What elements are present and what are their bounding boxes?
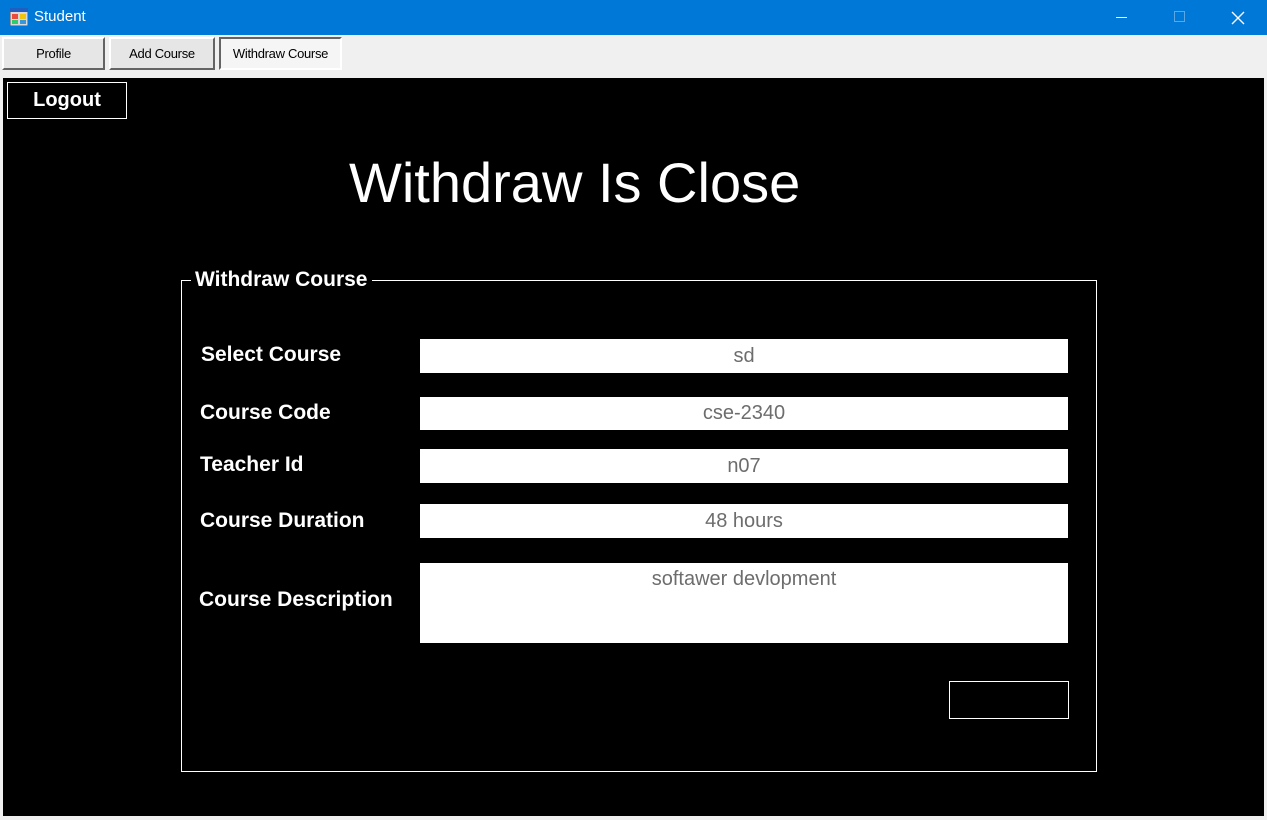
close-icon (1231, 11, 1245, 25)
group-legend: Withdraw Course (191, 268, 372, 292)
app-icon (10, 8, 28, 26)
course-description-field[interactable]: softawer devlopment (420, 563, 1068, 643)
tab-withdraw-course[interactable]: Withdraw Course (219, 37, 342, 70)
window-title: Student (34, 8, 86, 25)
select-course-field[interactable]: sd (420, 339, 1068, 373)
course-duration-label: Course Duration (200, 509, 365, 532)
withdraw-course-group: Withdraw Course Select Course sd Course … (181, 268, 1097, 772)
minimize-button[interactable] (1092, 0, 1150, 35)
withdraw-panel: Logout Withdraw Is Close Withdraw Course… (3, 78, 1264, 816)
tab-add-course[interactable]: Add Course (109, 37, 215, 70)
teacher-id-field[interactable]: n07 (420, 449, 1068, 483)
select-course-label: Select Course (201, 343, 342, 366)
tab-bar: Profile Add Course Withdraw Course (0, 35, 1267, 78)
logout-button[interactable]: Logout (7, 82, 127, 119)
close-button[interactable] (1209, 0, 1267, 35)
course-duration-field[interactable]: 48 hours (420, 504, 1068, 538)
course-code-field[interactable]: cse-2340 (420, 397, 1068, 430)
course-description-label: Course Description (199, 588, 393, 611)
tab-profile[interactable]: Profile (2, 37, 105, 70)
maximize-button[interactable] (1150, 0, 1208, 35)
withdraw-button[interactable] (949, 681, 1069, 719)
course-code-label: Course Code (200, 401, 331, 424)
teacher-id-label: Teacher Id (200, 453, 304, 476)
page-title: Withdraw Is Close (349, 151, 801, 214)
title-bar: Student (0, 0, 1267, 35)
